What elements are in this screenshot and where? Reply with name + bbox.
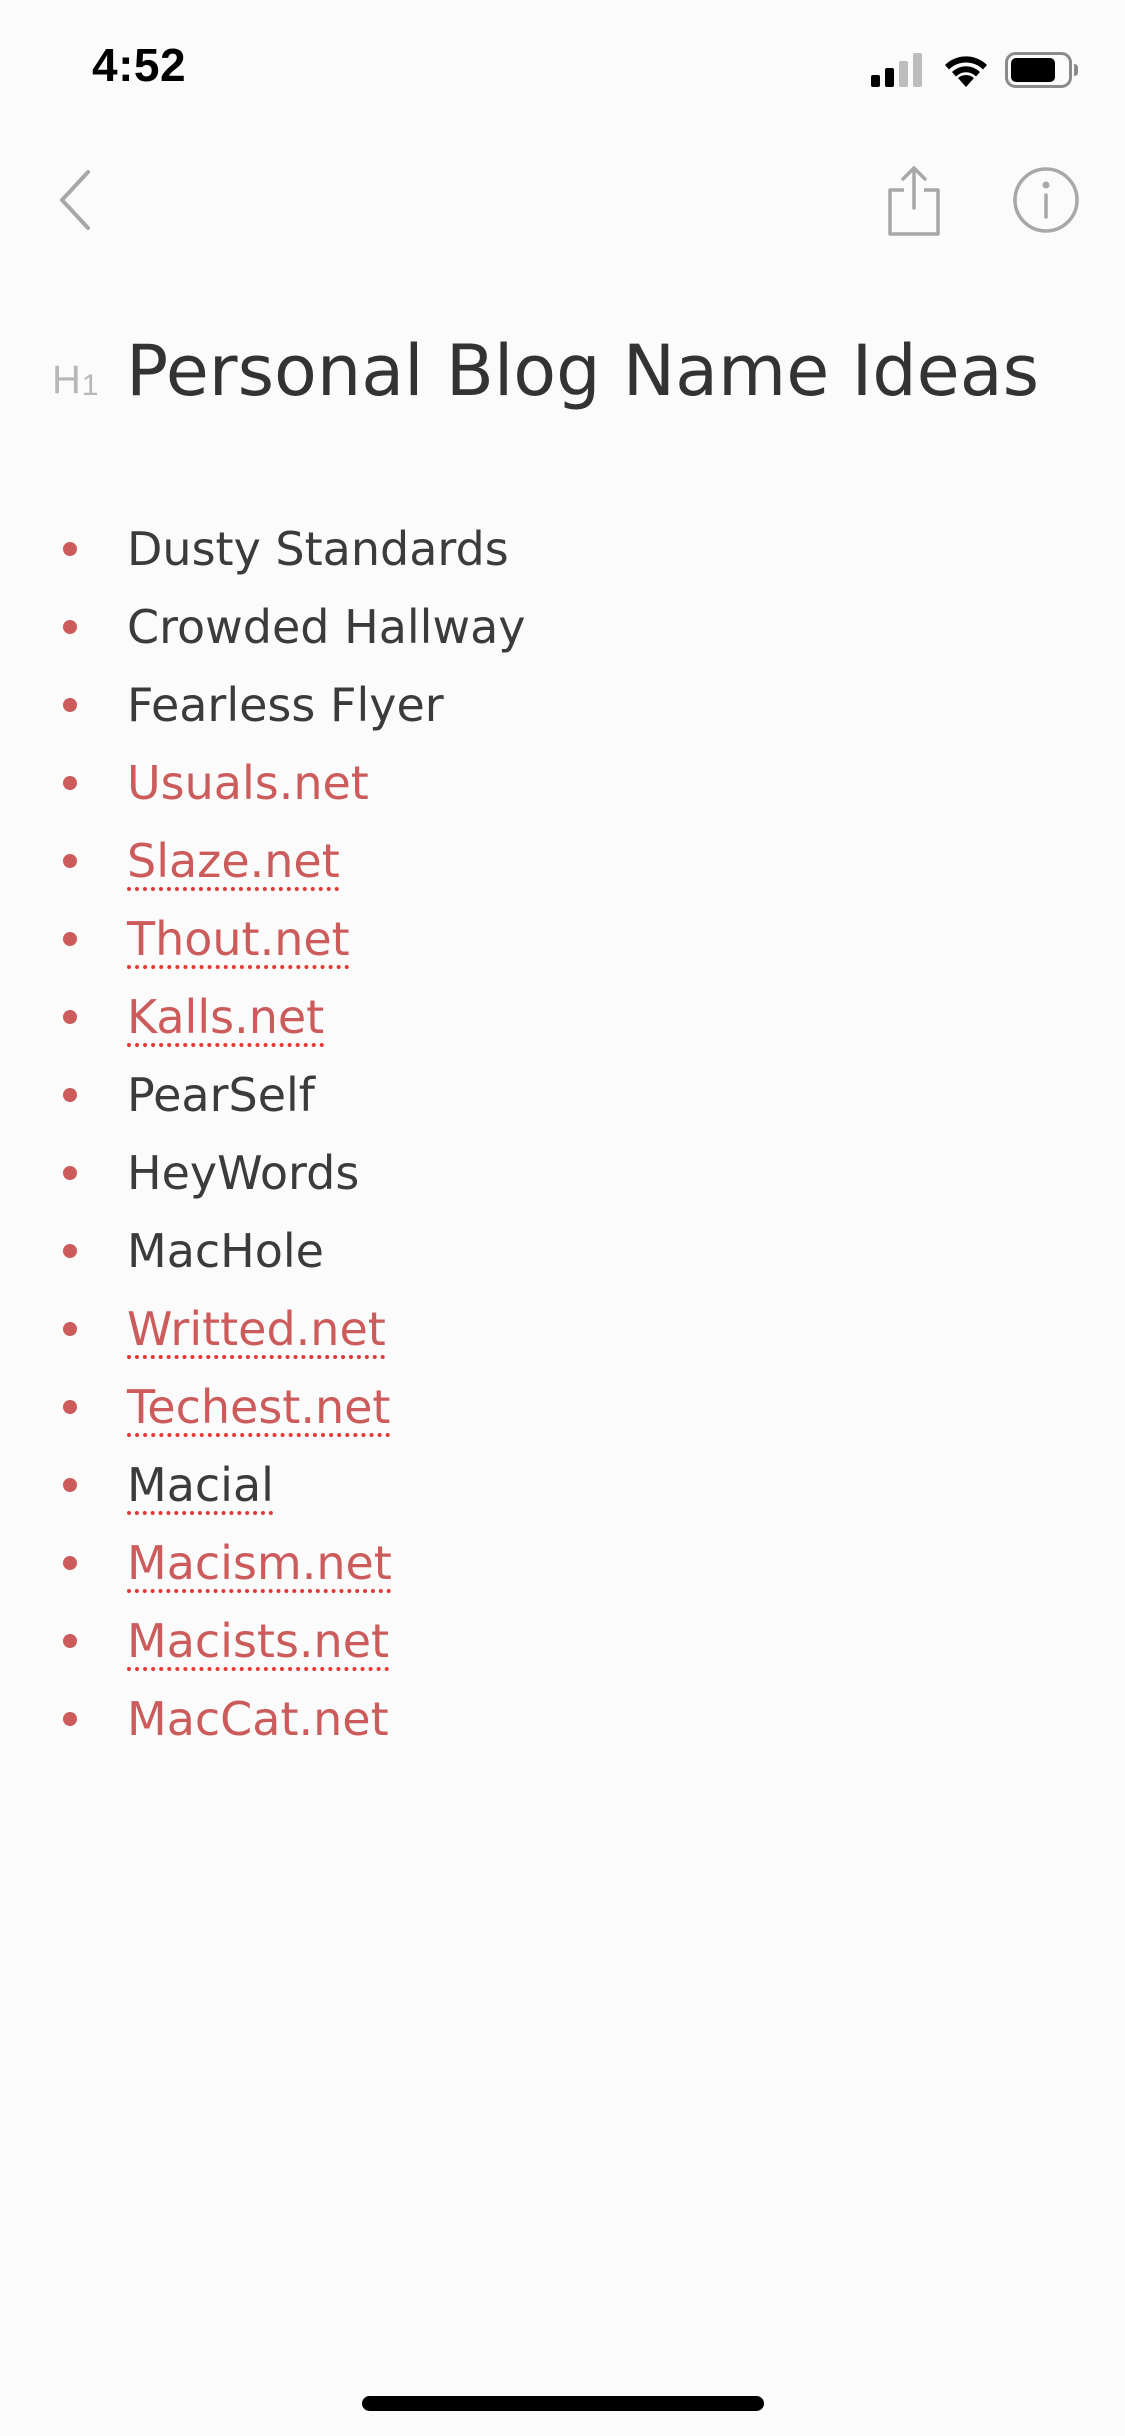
bullet-icon: [63, 698, 77, 712]
bullet-icon: [63, 1556, 77, 1570]
bullet-icon: [63, 1244, 77, 1258]
home-indicator[interactable]: [362, 2396, 764, 2411]
list-item[interactable]: Macism.net: [0, 1524, 1125, 1602]
chevron-left-icon: [60, 170, 90, 230]
bullet-icon: [63, 776, 77, 790]
info-button[interactable]: [1006, 160, 1086, 240]
list-item-text: MacHole: [127, 1224, 324, 1278]
bullet-icon: [63, 1400, 77, 1414]
battery-icon: [1005, 52, 1078, 88]
list-item-text: HeyWords: [127, 1146, 360, 1200]
list-item-link[interactable]: Thout.net: [127, 900, 350, 978]
bullet-icon: [63, 854, 77, 868]
list-item[interactable]: Thout.net: [0, 900, 1125, 978]
list-item[interactable]: MacCat.net: [0, 1680, 1125, 1758]
status-icons: [871, 50, 1079, 90]
document-title[interactable]: Personal Blog Name Ideas: [126, 330, 1039, 412]
back-button[interactable]: [36, 160, 116, 240]
list-item[interactable]: Fearless Flyer: [0, 666, 1125, 744]
list-item-text: PearSelf: [127, 1068, 315, 1122]
list-item[interactable]: PearSelf: [0, 1056, 1125, 1134]
bullet-icon: [63, 1166, 77, 1180]
bullet-icon: [63, 542, 77, 556]
cellular-signal-icon: [871, 53, 922, 87]
list-item[interactable]: Crowded Hallway: [0, 588, 1125, 666]
list-item-link[interactable]: Macists.net: [127, 1602, 389, 1680]
heading-marker-level: 1: [81, 369, 100, 402]
list-item-link[interactable]: MacCat.net: [127, 1680, 389, 1758]
list-item-link[interactable]: Slaze.net: [127, 822, 340, 900]
bullet-icon: [63, 1088, 77, 1102]
list-item[interactable]: HeyWords: [0, 1134, 1125, 1212]
list-item[interactable]: MacHole: [0, 1212, 1125, 1290]
heading-marker-letter: H: [52, 358, 82, 402]
bullet-icon: [63, 932, 77, 946]
list-item-link[interactable]: Techest.net: [127, 1368, 390, 1446]
bullet-icon: [63, 1478, 77, 1492]
list-item[interactable]: Dusty Standards: [0, 510, 1125, 588]
nav-bar: [0, 140, 1125, 260]
list-item[interactable]: Macists.net: [0, 1602, 1125, 1680]
list-item-text: Macial: [127, 1458, 274, 1512]
share-icon: [888, 166, 940, 236]
status-time: 4:52: [92, 39, 187, 91]
bullet-icon: [63, 1634, 77, 1648]
bullet-icon: [63, 1322, 77, 1336]
bullet-icon: [63, 1712, 77, 1726]
list-item-text: Fearless Flyer: [127, 678, 444, 732]
list-item-link[interactable]: Usuals.net: [127, 744, 369, 822]
idea-list: Dusty Standards Crowded Hallway Fearless F…: [0, 510, 1125, 1758]
info-icon: [1013, 167, 1079, 233]
list-item-link[interactable]: Kalls.net: [127, 978, 324, 1056]
list-item[interactable]: Kalls.net: [0, 978, 1125, 1056]
list-item[interactable]: Macial: [0, 1446, 1125, 1524]
heading-row: H1 Personal Blog Name Ideas: [0, 320, 1125, 430]
list-item[interactable]: Slaze.net: [0, 822, 1125, 900]
list-item[interactable]: Writted.net: [0, 1290, 1125, 1368]
list-item[interactable]: Usuals.net: [0, 744, 1125, 822]
list-item[interactable]: Techest.net: [0, 1368, 1125, 1446]
share-button[interactable]: [874, 160, 954, 240]
list-item-text: Crowded Hallway: [127, 600, 526, 654]
status-bar: 4:52: [0, 0, 1125, 140]
bullet-icon: [63, 1010, 77, 1024]
list-item-text: Dusty Standards: [127, 522, 509, 576]
bullet-icon: [63, 620, 77, 634]
wifi-icon: [945, 56, 987, 87]
list-item-link[interactable]: Macism.net: [127, 1524, 392, 1602]
heading-level-marker: H1: [52, 358, 100, 403]
list-item-link[interactable]: Writted.net: [127, 1290, 386, 1368]
